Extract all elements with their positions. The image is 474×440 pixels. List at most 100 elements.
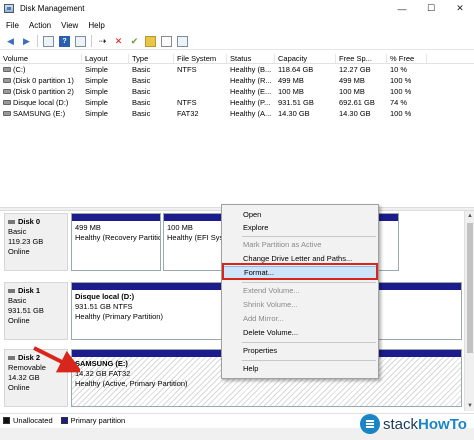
column-header-volume[interactable]: Volume [0, 53, 82, 63]
menu-item-properties[interactable]: Properties [222, 345, 378, 357]
scroll-thumb[interactable] [467, 223, 473, 353]
disk-size: 931.51 GB [8, 306, 44, 315]
menu-item-open[interactable]: Open [222, 209, 378, 221]
context-menu: Open Explore Mark Partition as Active Ch… [221, 204, 379, 379]
status-cell: Healthy (E... [230, 87, 272, 96]
folder-icon[interactable] [145, 35, 156, 47]
capacity-cell: 14.30 GB [278, 109, 310, 118]
close-button[interactable]: ✕ [446, 0, 474, 17]
volume-name: (C:) [13, 65, 26, 74]
help-icon[interactable]: ? [59, 35, 70, 47]
drive-icon [3, 67, 11, 72]
free-space-cell: 692.61 GB [339, 98, 375, 107]
column-header-layout[interactable]: Layout [82, 53, 129, 63]
volume-list: Volume Layout Type File System Status Ca… [0, 53, 474, 119]
file-system-cell: NTFS [177, 98, 197, 107]
disk-state: Online [8, 247, 30, 256]
table-row[interactable]: (Disk 0 partition 2) Simple Basic Health… [0, 86, 474, 97]
maximize-button[interactable]: ☐ [417, 0, 445, 17]
column-header-percent-free[interactable]: % Free [387, 53, 427, 63]
partition-status: Healthy (Recovery Partition) [75, 233, 160, 242]
disk-state: Online [8, 383, 30, 392]
menu-item-shrink-volume: Shrink Volume... [243, 300, 298, 309]
disk-grid-icon[interactable] [75, 35, 86, 47]
menu-item-add-mirror: Add Mirror... [243, 314, 284, 323]
table-row[interactable]: (Disk 0 partition 1) Simple Basic Health… [0, 75, 474, 86]
volume-name: Disque local (D:) [13, 98, 69, 107]
table-row[interactable]: SAMSUNG (E:) Simple Basic FAT32 Healthy … [0, 108, 474, 119]
file-system-cell: NTFS [177, 65, 197, 74]
disk-type: Basic [8, 296, 27, 305]
column-header-type[interactable]: Type [129, 53, 174, 63]
capacity-cell: 931.51 GB [278, 98, 314, 107]
primary-swatch [60, 417, 68, 424]
percent-free-cell: 74 % [390, 98, 408, 107]
column-header-file-system[interactable]: File System [174, 53, 227, 63]
menu-separator [242, 236, 376, 237]
stackhowto-watermark: stackHowTo [360, 412, 467, 436]
free-space-cell: 14.30 GB [339, 109, 371, 118]
disk-name: Disk 1 [8, 286, 64, 296]
status-cell: Healthy (P... [230, 98, 271, 107]
menu-action[interactable]: Action [24, 21, 56, 30]
partition-status: Healthy (Active, Primary Partition) [75, 379, 188, 388]
menu-item-help[interactable]: Help [222, 363, 378, 375]
type-cell: Basic [132, 87, 151, 96]
check-icon[interactable]: ✔ [129, 36, 140, 47]
volume-name: (Disk 0 partition 1) [13, 76, 74, 85]
type-cell: Basic [132, 65, 151, 74]
menu-file[interactable]: File [0, 21, 24, 30]
table-row[interactable]: Disque local (D:) Simple Basic NTFS Heal… [0, 97, 474, 108]
type-cell: Basic [132, 76, 151, 85]
free-space-cell: 499 MB [339, 76, 365, 85]
volume-cell: SAMSUNG (E:) [0, 109, 82, 118]
capacity-cell: 100 MB [278, 87, 304, 96]
menu-item-mark-active: Mark Partition as Active [243, 240, 322, 249]
volume-name: SAMSUNG (E:) [13, 109, 66, 118]
status-cell: Healthy (R... [230, 76, 272, 85]
menu-separator [242, 282, 376, 283]
column-header-capacity[interactable]: Capacity [275, 53, 336, 63]
volume-cell: (Disk 0 partition 1) [0, 76, 82, 85]
menu-view[interactable]: View [56, 21, 83, 30]
status-cell: Healthy (A... [230, 109, 272, 118]
legend-primary: Primary partition [70, 416, 126, 425]
partition[interactable]: 499 MB Healthy (Recovery Partition) [71, 213, 161, 271]
column-header-status[interactable]: Status [227, 53, 275, 63]
properties-icon[interactable] [177, 35, 188, 47]
minimize-button[interactable]: — [388, 0, 416, 17]
layout-cell: Simple [85, 98, 108, 107]
unallocated-swatch [3, 417, 10, 424]
percent-free-cell: 100 % [390, 109, 412, 118]
watermark-text: stackHowTo [383, 416, 467, 433]
delete-icon[interactable]: ✕ [113, 36, 124, 47]
toolbar-separator [91, 35, 92, 47]
toolbar: ◀ ▶ ? ⇢ ✕ ✔ [0, 33, 474, 50]
menu-separator [242, 342, 376, 343]
document-icon[interactable] [161, 35, 172, 47]
title-bar: Disk Management — ☐ ✕ [0, 0, 474, 17]
menu-help[interactable]: Help [83, 21, 109, 30]
watermark-brand-bold: HowTo [418, 415, 467, 433]
disk-label[interactable]: Disk 1 Basic 931.51 GB Online [4, 282, 68, 340]
volume-cell: Disque local (D:) [0, 98, 82, 107]
forward-arrow-icon[interactable]: ▶ [21, 36, 32, 47]
layout-cell: Simple [85, 109, 108, 118]
disk-label[interactable]: Disk 0 Basic 119.23 GB Online [4, 213, 68, 271]
menu-item-delete-volume[interactable]: Delete Volume... [222, 327, 378, 339]
back-arrow-icon[interactable]: ◀ [5, 36, 16, 47]
column-header-free-space[interactable]: Free Sp... [336, 53, 387, 63]
vertical-scrollbar[interactable]: ▲ ▼ [464, 211, 474, 411]
layout-cell: Simple [85, 65, 108, 74]
disk-state: Online [8, 316, 30, 325]
disk-type: Basic [8, 227, 27, 236]
partition-info: 499 MB Healthy (Recovery Partition) [72, 221, 160, 245]
table-row[interactable]: (C:) Simple Basic NTFS Healthy (B... 118… [0, 64, 474, 75]
scroll-up-icon[interactable]: ▲ [465, 211, 474, 221]
connect-icon[interactable]: ⇢ [97, 36, 108, 47]
type-cell: Basic [132, 98, 151, 107]
disk-size: 14.32 GB [8, 373, 40, 382]
disk-list-icon[interactable] [43, 35, 54, 47]
scroll-down-icon[interactable]: ▼ [465, 401, 474, 411]
menu-item-explore[interactable]: Explore [222, 222, 378, 234]
